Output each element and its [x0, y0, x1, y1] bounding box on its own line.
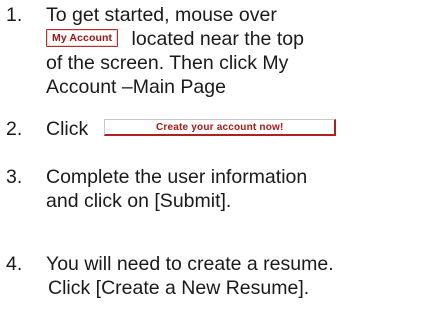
step-line: Complete the user information	[46, 166, 308, 188]
click-label: Click	[46, 118, 89, 140]
step-line: You will need to create a resume.	[46, 253, 334, 275]
step-text: You will need to create a resume. Click …	[46, 252, 442, 300]
step-line: To get started, mouse over	[46, 4, 277, 26]
step-line: of the screen. Then click My	[46, 52, 289, 74]
step-line: and click on [Submit].	[46, 190, 232, 212]
step-text: To get started, mouse over My Account lo…	[46, 3, 442, 99]
step-line: Click [Create a New Resume].	[48, 277, 310, 299]
my-account-button[interactable]: My Account	[46, 29, 119, 48]
step-line: Click Create your account now!	[46, 117, 442, 141]
step-number: 1.	[6, 4, 23, 26]
step-line-tail: located near the top	[131, 28, 304, 50]
step-number: 4.	[6, 253, 23, 275]
step-line: My Account located near the top	[46, 27, 442, 51]
step-text: Click Create your account now!	[46, 117, 442, 141]
step-line: Account –Main Page	[46, 76, 226, 98]
step-text: Complete the user information and click …	[46, 165, 442, 213]
step-number: 3.	[6, 166, 23, 188]
step-number: 2.	[6, 118, 23, 140]
create-account-button[interactable]: Create your account now!	[104, 119, 337, 137]
